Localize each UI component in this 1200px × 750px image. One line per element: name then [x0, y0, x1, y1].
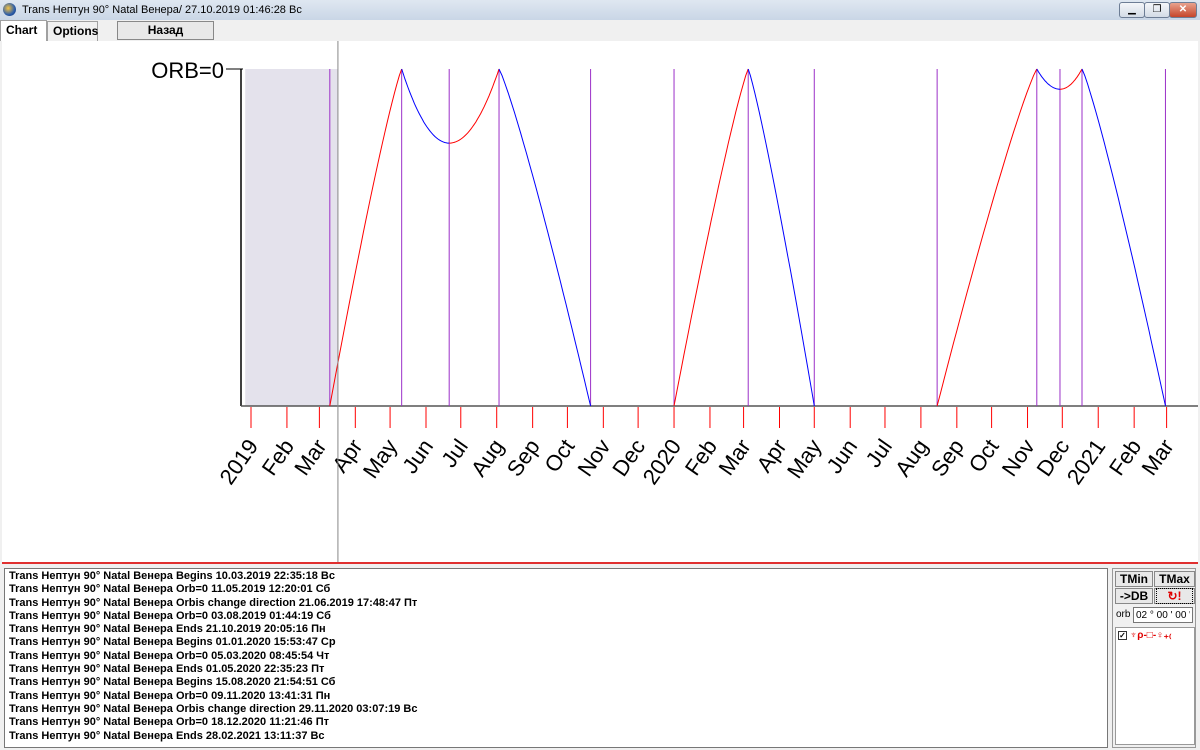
- tab-chart[interactable]: Chart: [0, 20, 47, 41]
- x-tick-label: Sep: [502, 435, 545, 481]
- orb-input[interactable]: [1133, 607, 1193, 623]
- applying-curve: [936, 68, 1038, 407]
- x-tick-label: Sep: [926, 435, 969, 481]
- log-entry[interactable]: Trans Нептун 90° Natal Венера Orb=0 03.0…: [9, 610, 1103, 623]
- title-bar: Trans Нептун 90° Natal Венера/ 27.10.201…: [0, 0, 1200, 20]
- minimize-button[interactable]: ▁: [1119, 2, 1145, 18]
- log-entry[interactable]: Trans Нептун 90° Natal Венера Ends 21.10…: [9, 623, 1103, 636]
- aspect-checkbox[interactable]: ✓: [1118, 631, 1127, 640]
- x-tick-label: 2020: [638, 435, 687, 489]
- x-tick-label: Aug: [466, 435, 509, 481]
- orb-label: orb: [1116, 609, 1131, 620]
- x-tick-label: Mar: [1136, 435, 1178, 480]
- log-entry[interactable]: Trans Нептун 90° Natal Венера Orb=0 09.1…: [9, 690, 1103, 703]
- chart-svg: ORB=02019FebMarAprMayJunJulAugSepOctNovD…: [151, 41, 1198, 562]
- x-tick-label: Jun: [821, 435, 862, 478]
- window-title: Trans Нептун 90° Natal Венера/ 27.10.201…: [22, 4, 302, 16]
- to-db-button[interactable]: ->DB: [1115, 588, 1153, 604]
- app-globe-icon: [3, 3, 16, 16]
- separating-curve: [1036, 68, 1060, 90]
- x-tick-label: Mar: [289, 435, 331, 480]
- refresh-button[interactable]: ↻!: [1154, 588, 1195, 604]
- x-tick-label: May: [358, 435, 402, 483]
- x-tick-label: Jun: [397, 435, 438, 478]
- x-tick-label: Feb: [680, 435, 722, 480]
- transit-chart[interactable]: ORB=0 2019 Feb Mar Apr May Jun Jul Aug Sep Oct Nov D…: [2, 41, 1198, 562]
- log-entry[interactable]: Trans Нептун 90° Natal Венера Begins 15.…: [9, 676, 1103, 689]
- x-tick-label: 2019: [215, 435, 264, 489]
- back-button[interactable]: Назад: [117, 21, 214, 40]
- x-tick-label: Mar: [713, 435, 755, 480]
- restore-button[interactable]: ❐: [1144, 2, 1170, 18]
- log-entry[interactable]: Trans Нептун 90° Natal Венера Ends 01.05…: [9, 663, 1103, 676]
- applying-curve: [673, 68, 749, 407]
- close-button[interactable]: ✕: [1169, 2, 1197, 18]
- log-entry[interactable]: Trans Нептун 90° Natal Венера Orbis chan…: [9, 703, 1103, 716]
- log-panel: Trans Нептун 90° Natal Венера Begins 10.…: [2, 562, 1198, 750]
- separating-curve: [498, 68, 592, 407]
- orb-zero-label: ORB=0: [151, 58, 224, 83]
- separating-curve: [747, 68, 815, 407]
- x-tick-label: Feb: [1104, 435, 1146, 480]
- x-tick-label: Nov: [997, 435, 1040, 481]
- x-tick-label: 2021: [1062, 435, 1111, 489]
- log-entry[interactable]: Trans Нептун 90° Natal Венера Orb=0 05.0…: [9, 650, 1103, 663]
- shaded-past-region: [245, 69, 338, 406]
- event-log-list[interactable]: Trans Нептун 90° Natal Венера Begins 10.…: [4, 568, 1108, 748]
- log-entry[interactable]: Trans Нептун 90° Natal Венера Begins 01.…: [9, 636, 1103, 649]
- x-tick-label: May: [782, 435, 826, 483]
- log-entry[interactable]: Trans Нептун 90° Natal Венера Orb=0 18.1…: [9, 716, 1103, 729]
- tmin-button[interactable]: TMin: [1115, 571, 1153, 587]
- applying-curve: [449, 68, 500, 144]
- log-entry[interactable]: Trans Нептун 90° Natal Венера Ends 28.02…: [9, 730, 1103, 743]
- x-tick-label: Aug: [890, 435, 933, 481]
- orb-field-group: orb: [1115, 607, 1195, 623]
- refresh-alert-icon: ↻!: [1156, 588, 1193, 604]
- log-entry[interactable]: Trans Нептун 90° Natal Венера Orbis chan…: [9, 597, 1103, 610]
- log-entry[interactable]: Trans Нептун 90° Natal Венера Orb=0 11.0…: [9, 583, 1103, 596]
- x-tick-label: Oct: [539, 435, 579, 477]
- aspect-list[interactable]: ✓ ♆ρ-□-♀₊₍: [1115, 627, 1195, 745]
- tmax-button[interactable]: TMax: [1154, 571, 1195, 587]
- side-panel: TMin TMax ->DB ↻! orb ✓ ♆ρ-□-♀₊₍: [1112, 568, 1196, 748]
- aspect-label: ♆ρ-□-♀₊₍: [1129, 630, 1172, 641]
- tab-options[interactable]: Options: [47, 21, 98, 41]
- x-tick-label: Feb: [257, 435, 299, 480]
- separating-curve: [401, 68, 450, 144]
- x-tick-label: Oct: [964, 435, 1004, 477]
- x-tick-label: Nov: [573, 435, 616, 481]
- applying-curve: [1060, 68, 1083, 90]
- separating-curve: [1081, 68, 1166, 407]
- applying-curve: [329, 68, 403, 407]
- log-entry[interactable]: Trans Нептун 90° Natal Венера Begins 10.…: [9, 570, 1103, 583]
